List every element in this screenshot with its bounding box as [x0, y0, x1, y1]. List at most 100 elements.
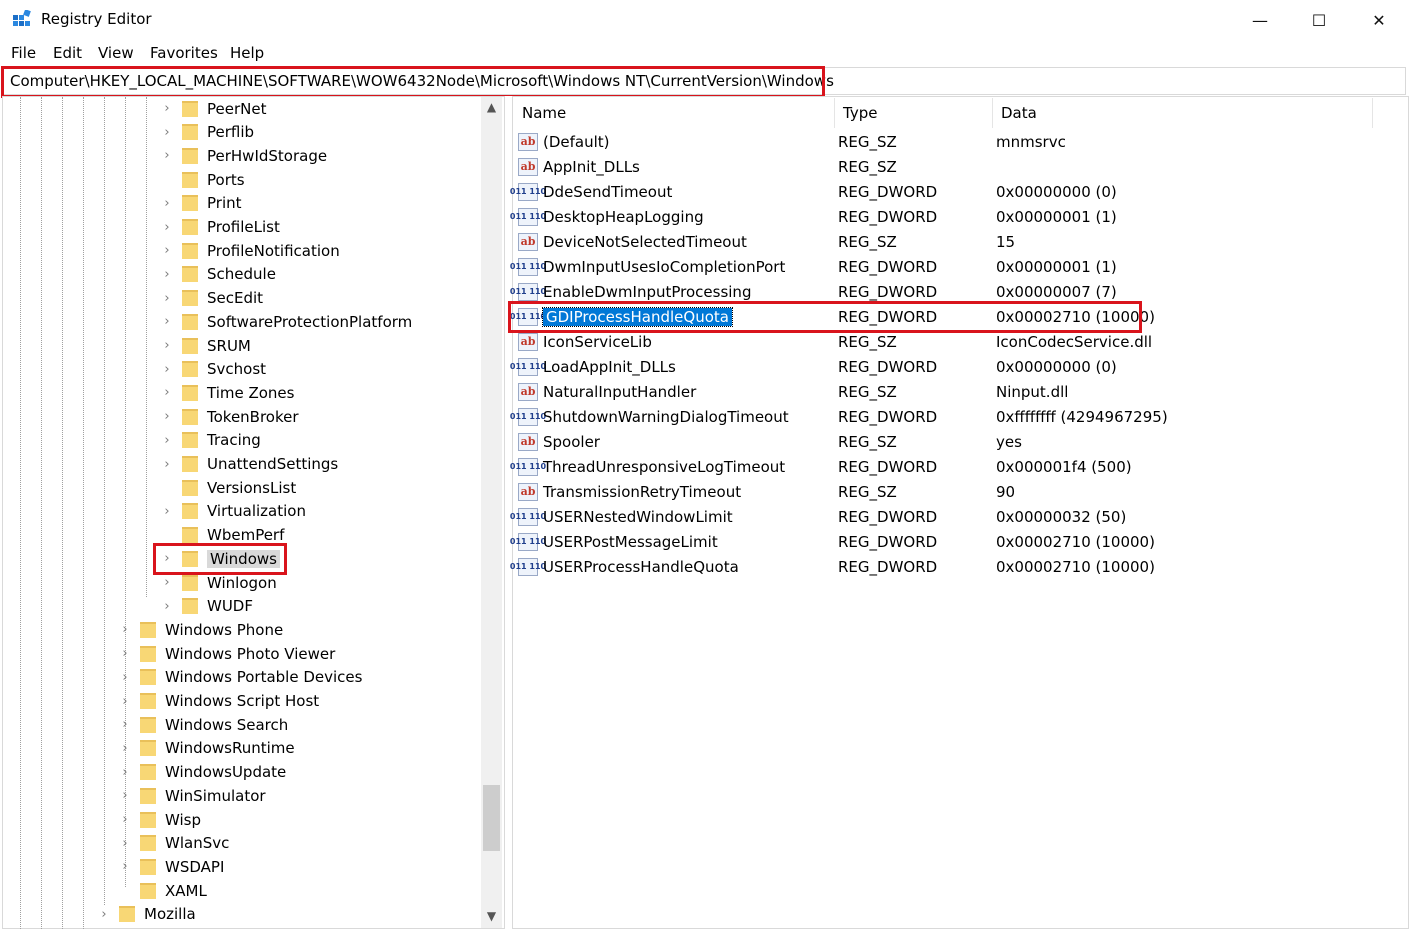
tree-item[interactable]: › Time Zones — [160, 381, 294, 404]
chevron-right-icon[interactable]: › — [160, 196, 174, 211]
value-row[interactable]: 011 110 DesktopHeapLogging REG_DWORD 0x0000… — [510, 204, 1398, 229]
chevron-right-icon[interactable]: › — [160, 243, 174, 258]
value-row[interactable]: 011 110 ShutdownWarningDialogTimeout REG_D… — [510, 404, 1398, 429]
tree-item[interactable]: › Svchost — [160, 358, 266, 381]
tree-scrollbar[interactable]: ▲ ▼ — [481, 97, 502, 928]
value-row[interactable]: 011 110 USERProcessHandleQuota REG_DWORD 0x… — [510, 554, 1398, 579]
chevron-right-icon[interactable]: › — [118, 836, 132, 851]
maximize-button[interactable]: ☐ — [1289, 0, 1349, 40]
chevron-right-icon[interactable]: › — [118, 812, 132, 827]
menu-view[interactable]: View — [98, 44, 134, 62]
chevron-right-icon[interactable]: › — [160, 148, 174, 163]
value-row[interactable]: 011 110 EnableDwmInputProcessing REG_DWORD… — [510, 279, 1398, 304]
chevron-right-icon[interactable]: › — [160, 362, 174, 377]
tree-item[interactable]: › Tracing — [160, 429, 260, 452]
chevron-right-icon[interactable]: › — [118, 717, 132, 732]
chevron-right-icon[interactable]: › — [160, 551, 174, 566]
column-header-name[interactable]: Name — [522, 98, 566, 128]
value-row[interactable]: ab NaturalInputHandler REG_SZ Ninput.dll — [518, 379, 1398, 404]
scroll-down-arrow-icon[interactable]: ▼ — [481, 906, 502, 926]
column-separator[interactable] — [834, 98, 835, 128]
value-row[interactable]: ab TransmissionRetryTimeout REG_SZ 90 — [518, 479, 1398, 504]
chevron-right-icon[interactable]: › — [160, 338, 174, 353]
value-row[interactable]: 011 110 LoadAppInit_DLLs REG_DWORD 0x000000… — [510, 354, 1398, 379]
value-row[interactable]: 011 110 ThreadUnresponsiveLogTimeout REG_D… — [510, 454, 1398, 479]
column-header-data[interactable]: Data — [1001, 98, 1037, 128]
tree-item[interactable]: › Wisp — [118, 808, 201, 831]
chevron-right-icon[interactable]: › — [160, 267, 174, 282]
close-button[interactable]: ✕ — [1349, 0, 1409, 40]
chevron-right-icon[interactable]: › — [160, 314, 174, 329]
value-row[interactable]: ab IconServiceLib REG_SZ IconCodecService.d… — [518, 329, 1398, 354]
column-separator[interactable] — [992, 98, 993, 128]
chevron-right-icon[interactable]: › — [118, 765, 132, 780]
column-separator[interactable] — [1372, 98, 1373, 128]
scroll-up-arrow-icon[interactable]: ▲ — [481, 97, 502, 117]
value-row[interactable]: ab Spooler REG_SZ yes — [518, 429, 1398, 454]
tree-item[interactable]: › WinSimulator — [118, 784, 265, 807]
value-row[interactable]: ab AppInit_DLLs REG_SZ — [518, 154, 1398, 179]
tree-item[interactable]: › UnattendSettings — [160, 453, 338, 476]
tree-item[interactable]: › SoftwareProtectionPlatform — [160, 310, 412, 333]
menu-edit[interactable]: Edit — [53, 44, 82, 62]
chevron-right-icon[interactable]: › — [118, 622, 132, 637]
tree-item[interactable]: › PerHwIdStorage — [160, 144, 327, 167]
tree-item[interactable]: › Windows Search — [118, 713, 288, 736]
tree-item[interactable]: › ProfileNotification — [160, 239, 339, 262]
chevron-right-icon[interactable]: › — [118, 741, 132, 756]
tree-item[interactable]: › Windows — [160, 547, 280, 570]
chevron-right-icon[interactable]: › — [118, 646, 132, 661]
tree-item[interactable]: › SecEdit — [160, 287, 263, 310]
tree-item[interactable]: Ports — [160, 168, 245, 191]
address-path[interactable]: Computer\HKEY_LOCAL_MACHINE\SOFTWARE\WOW… — [10, 72, 834, 90]
chevron-right-icon[interactable]: › — [160, 433, 174, 448]
chevron-right-icon[interactable]: › — [97, 907, 111, 922]
tree-item[interactable]: › WUDF — [160, 595, 253, 618]
value-row[interactable]: ab (Default) REG_SZ mnmsrvc — [518, 129, 1398, 154]
tree-item[interactable]: › Windows Phone — [118, 618, 283, 641]
chevron-right-icon[interactable]: › — [118, 788, 132, 803]
value-row[interactable]: 011 110 USERPostMessageLimit REG_DWORD 0x00… — [510, 529, 1398, 554]
tree-item[interactable]: › Winlogon — [160, 571, 276, 594]
chevron-right-icon[interactable]: › — [160, 504, 174, 519]
tree-item[interactable]: › WindowsUpdate — [118, 761, 286, 784]
value-row[interactable]: 011 110 GDIProcessHandleQuota REG_DWORD 0x0… — [510, 304, 1398, 329]
chevron-right-icon[interactable]: › — [160, 385, 174, 400]
chevron-right-icon[interactable]: › — [160, 101, 174, 116]
tree-item[interactable]: › WlanSvc — [118, 832, 229, 855]
menu-favorites[interactable]: Favorites — [150, 44, 218, 62]
chevron-right-icon[interactable]: › — [160, 125, 174, 140]
chevron-right-icon[interactable]: › — [160, 457, 174, 472]
tree-item[interactable]: › Schedule — [160, 263, 276, 286]
tree-item[interactable]: › Windows Photo Viewer — [118, 642, 335, 665]
value-row[interactable]: 011 110 DdeSendTimeout REG_DWORD 0x00000000… — [510, 179, 1398, 204]
minimize-button[interactable]: — — [1230, 0, 1290, 40]
chevron-right-icon[interactable]: › — [160, 575, 174, 590]
chevron-right-icon[interactable]: › — [160, 220, 174, 235]
tree-item[interactable]: › Perflib — [160, 121, 254, 144]
value-row[interactable]: 011 110 USERNestedWindowLimit REG_DWORD 0x0… — [510, 504, 1398, 529]
tree-item[interactable]: › PeerNet — [160, 97, 266, 120]
column-header-type[interactable]: Type — [843, 98, 877, 128]
tree-item[interactable]: XAML — [118, 879, 207, 902]
chevron-right-icon[interactable]: › — [160, 291, 174, 306]
tree-item[interactable]: › WSDAPI — [118, 855, 224, 878]
value-row[interactable]: 011 110 DwmInputUsesIoCompletionPort REG_D… — [510, 254, 1398, 279]
tree-item[interactable]: › Windows Portable Devices — [118, 666, 362, 689]
menu-file[interactable]: File — [11, 44, 36, 62]
tree-item[interactable]: › TokenBroker — [160, 405, 298, 428]
chevron-right-icon[interactable]: › — [118, 670, 132, 685]
tree-item[interactable]: › Virtualization — [160, 500, 306, 523]
tree-item[interactable]: WbemPerf — [160, 524, 284, 547]
chevron-right-icon[interactable]: › — [118, 694, 132, 709]
chevron-right-icon[interactable]: › — [160, 599, 174, 614]
tree-item[interactable]: › ProfileList — [160, 216, 279, 239]
tree-item[interactable]: › WindowsRuntime — [118, 737, 294, 760]
scroll-thumb[interactable] — [483, 785, 500, 851]
menu-help[interactable]: Help — [230, 44, 264, 62]
tree-item[interactable]: › Windows Script Host — [118, 690, 319, 713]
value-row[interactable]: ab DeviceNotSelectedTimeout REG_SZ 15 — [518, 229, 1398, 254]
tree-item[interactable]: VersionsList — [160, 476, 296, 499]
chevron-right-icon[interactable]: › — [160, 409, 174, 424]
chevron-right-icon[interactable]: › — [118, 859, 132, 874]
